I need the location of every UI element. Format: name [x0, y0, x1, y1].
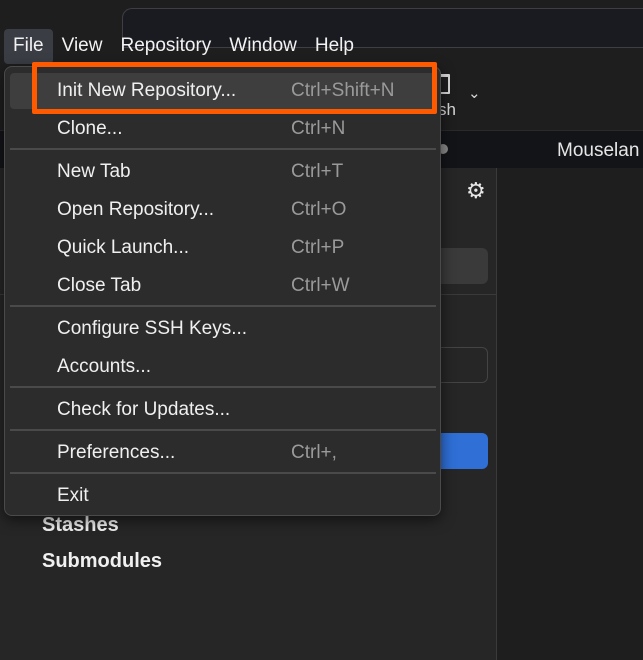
- menu-help[interactable]: Help: [306, 29, 363, 64]
- menu-item-open-repository[interactable]: Open Repository... Ctrl+O: [10, 192, 436, 228]
- sidebar-heading-stashes[interactable]: Stashes: [42, 514, 119, 537]
- menu-separator: [10, 386, 436, 388]
- gear-icon[interactable]: ⚙: [466, 178, 486, 204]
- menu-item-label: Clone...: [57, 118, 123, 139]
- menu-item-label: Quick Launch...: [57, 237, 190, 258]
- menu-item-shortcut: Ctrl+O: [291, 199, 347, 220]
- menu-item-quick-launch[interactable]: Quick Launch... Ctrl+P: [10, 230, 436, 266]
- main-pane: [496, 168, 643, 660]
- menu-item-exit[interactable]: Exit: [10, 478, 436, 514]
- menu-separator: [10, 305, 436, 307]
- menu-item-label: Accounts...: [57, 356, 151, 377]
- menu-item-clone[interactable]: Clone... Ctrl+N: [10, 111, 436, 147]
- menu-item-shortcut: Ctrl+P: [291, 237, 345, 258]
- menu-separator: [10, 429, 436, 431]
- menu-file[interactable]: File: [4, 28, 53, 64]
- sidebar-heading-submodules[interactable]: Submodules: [42, 550, 162, 573]
- menu-item-shortcut: Ctrl+T: [291, 161, 344, 182]
- menu-item-label: Check for Updates...: [57, 399, 231, 420]
- menu-view[interactable]: View: [53, 29, 112, 64]
- menu-item-close-tab[interactable]: Close Tab Ctrl+W: [10, 268, 436, 304]
- menu-item-shortcut: Ctrl+N: [291, 118, 346, 139]
- menu-item-label: Exit: [57, 485, 89, 506]
- highlight-outline: [32, 62, 437, 114]
- file-menu-dropdown: Init New Repository... Ctrl+Shift+N Clon…: [4, 66, 441, 516]
- menu-separator: [10, 472, 436, 474]
- chevron-down-icon[interactable]: ⌄: [468, 84, 481, 102]
- menu-item-new-tab[interactable]: New Tab Ctrl+T: [10, 154, 436, 190]
- menu-item-label: Configure SSH Keys...: [57, 318, 248, 339]
- tab-repository[interactable]: Mouselan: [557, 140, 639, 162]
- menu-item-configure-ssh-keys[interactable]: Configure SSH Keys...: [10, 311, 436, 347]
- menu-item-preferences[interactable]: Preferences... Ctrl+,: [10, 435, 436, 471]
- menu-item-label: Preferences...: [57, 442, 176, 463]
- menu-bar: File View Repository Window Help: [0, 28, 643, 64]
- menu-window[interactable]: Window: [220, 29, 306, 64]
- menu-item-label: Close Tab: [57, 275, 142, 296]
- menu-separator: [10, 148, 436, 150]
- menu-item-shortcut: Ctrl+W: [291, 275, 350, 296]
- menu-item-accounts[interactable]: Accounts...: [10, 349, 436, 385]
- menu-item-shortcut: Ctrl+,: [291, 442, 337, 463]
- menu-item-check-for-updates[interactable]: Check for Updates...: [10, 392, 436, 428]
- menu-item-label: Open Repository...: [57, 199, 215, 220]
- menu-item-label: New Tab: [57, 161, 131, 182]
- menu-repository[interactable]: Repository: [111, 29, 220, 64]
- app-window: File View Repository Window Help sh ⌄ Mo…: [0, 0, 643, 660]
